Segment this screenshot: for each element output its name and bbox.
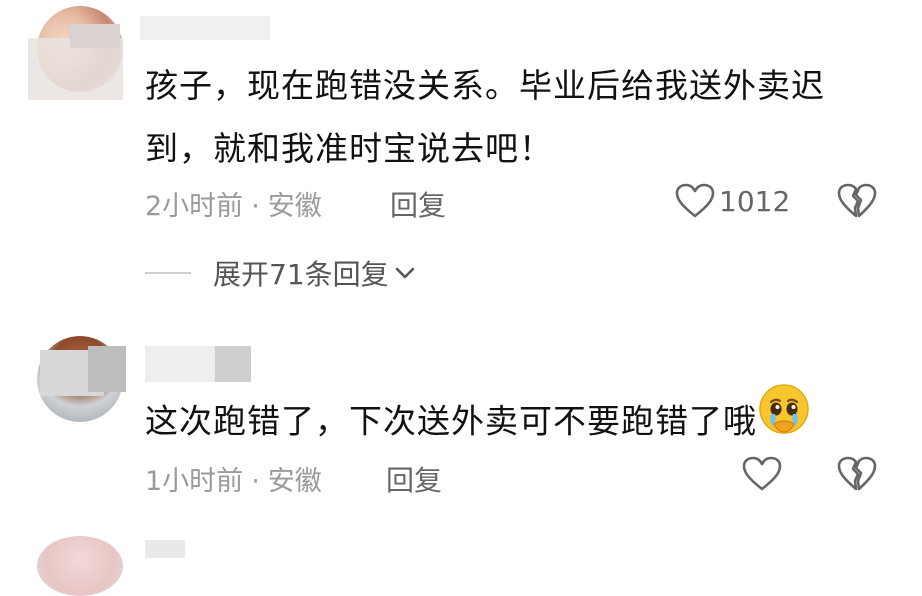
like-button[interactable] <box>742 456 782 492</box>
blurred-username <box>145 540 185 558</box>
expand-replies-button[interactable]: 展开71条回复 <box>145 253 417 293</box>
comment-time: 1小时前 <box>145 466 244 497</box>
separator-dot: · <box>251 191 260 222</box>
reply-button[interactable]: 回复 <box>386 459 442 499</box>
avatar[interactable] <box>37 536 123 596</box>
comment-meta: 2小时前 · 安徽 <box>145 184 322 223</box>
separator-dot: · <box>251 466 260 497</box>
heart-outline-icon <box>742 456 782 491</box>
blurred-username <box>140 16 270 40</box>
comment-meta: 1小时前 · 安徽 <box>145 459 322 498</box>
like-button[interactable]: 1012 <box>675 183 790 219</box>
broken-heart-icon <box>837 456 877 491</box>
expand-replies-label: 展开71条回复 <box>213 258 389 291</box>
blurred-username <box>145 346 215 382</box>
blurred-username <box>70 24 120 48</box>
dislike-button[interactable] <box>837 183 877 223</box>
comment-text: 这次跑错了，下次送外卖可不要跑错了哦 <box>145 384 905 460</box>
comment-text-content: 这次跑错了，下次送外卖可不要跑错了哦 <box>145 401 757 441</box>
reply-button[interactable]: 回复 <box>390 184 446 224</box>
dislike-button[interactable] <box>837 456 877 496</box>
broken-heart-icon <box>837 183 877 218</box>
crying-face-emoji <box>757 382 811 456</box>
comment-location: 安徽 <box>267 191 322 222</box>
comment-text: 孩子，现在跑错没关系。毕业后给我送外卖迟到，就和我准时宝说去吧！ <box>145 66 825 168</box>
heart-outline-icon <box>675 183 715 218</box>
chevron-down-icon <box>395 267 414 279</box>
blurred-username <box>215 346 251 382</box>
divider <box>145 272 191 274</box>
blurred-avatar-part <box>88 346 126 392</box>
like-count: 1012 <box>719 184 791 218</box>
comment-location: 安徽 <box>267 466 322 497</box>
comment-time: 2小时前 <box>145 191 244 222</box>
